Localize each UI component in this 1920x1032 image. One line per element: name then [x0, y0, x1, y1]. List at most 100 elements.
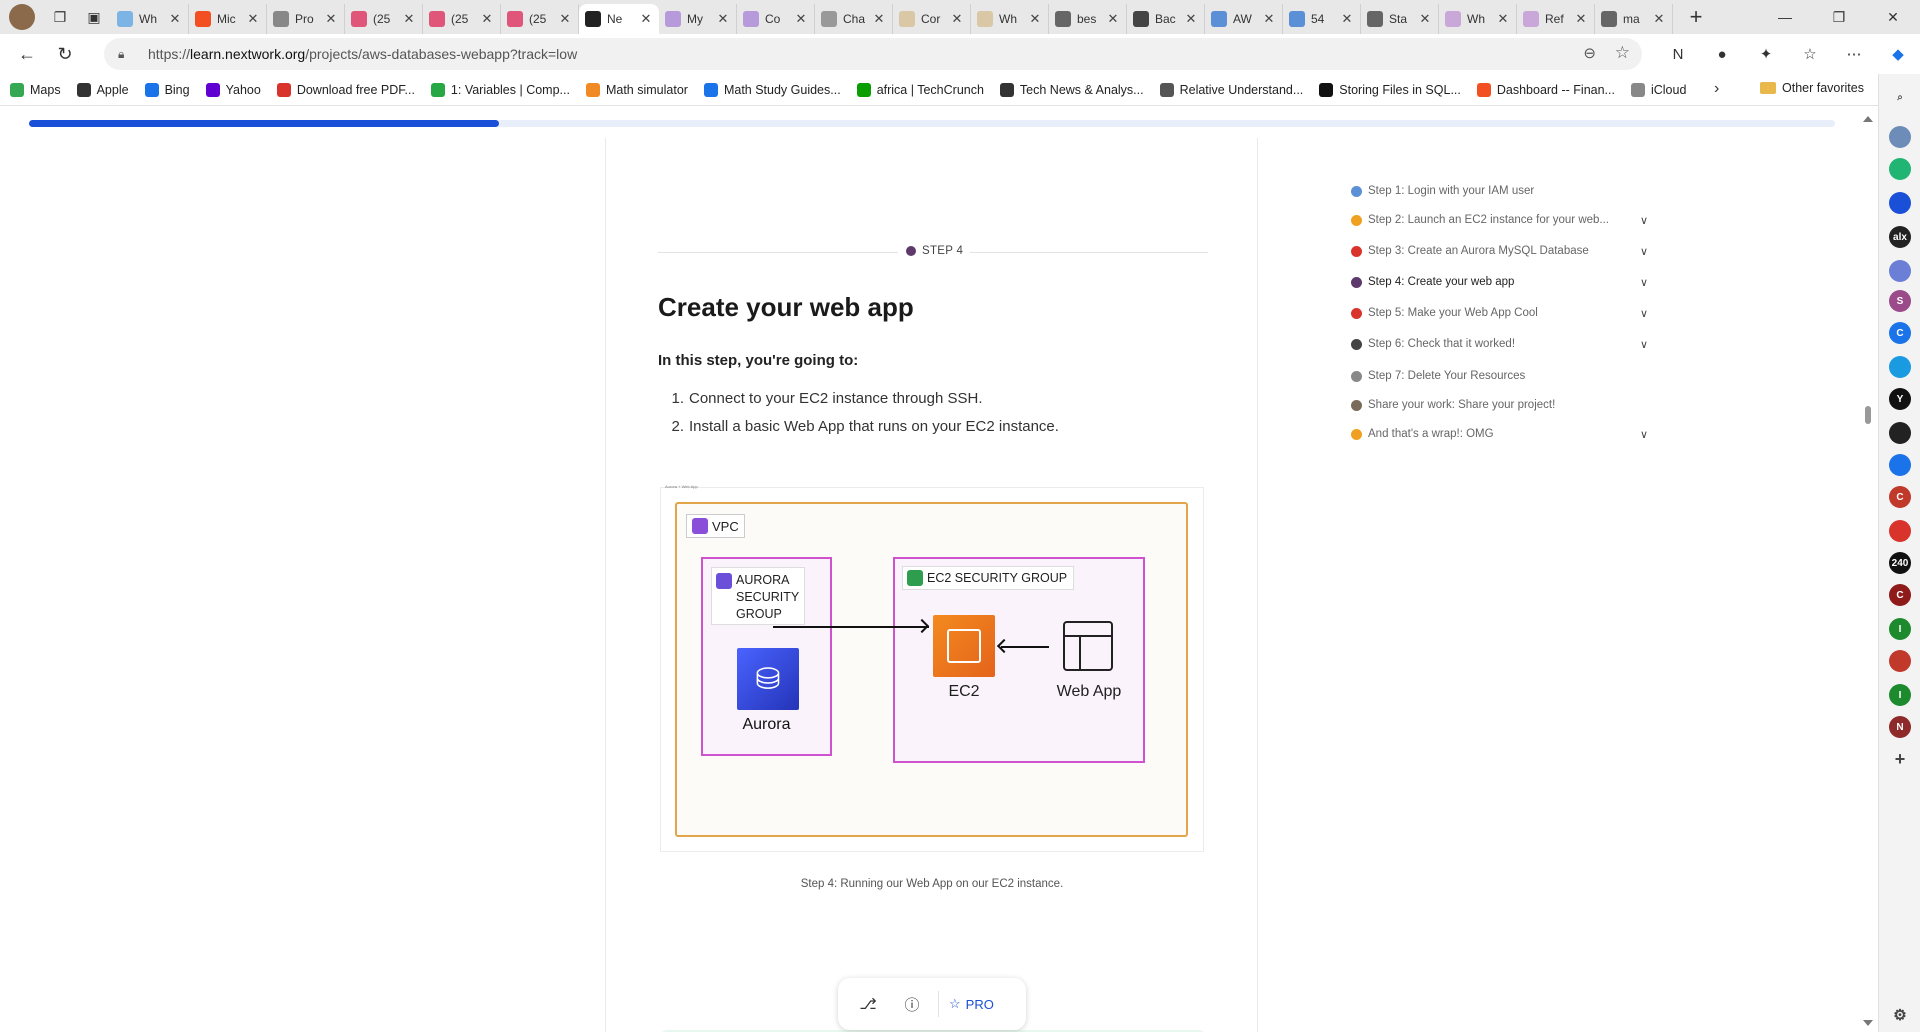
- sidebar-app-icon[interactable]: [1889, 422, 1911, 444]
- notion-icon[interactable]: N: [1656, 38, 1700, 70]
- settings-gear-icon[interactable]: ⚙: [1889, 1004, 1911, 1026]
- tab-close-icon[interactable]: ✕: [950, 11, 964, 27]
- bookmark-item[interactable]: Yahoo: [205, 82, 261, 97]
- sidebar-app-icon[interactable]: C: [1889, 584, 1911, 606]
- tab-14[interactable]: AW ✕: [1205, 4, 1283, 34]
- bookmarks-overflow-icon[interactable]: ›: [1714, 80, 1719, 98]
- tab-close-icon[interactable]: ✕: [639, 11, 653, 27]
- sidebar-app-icon[interactable]: C: [1889, 322, 1911, 344]
- sidebar-app-icon[interactable]: [1889, 260, 1911, 282]
- sidebar-app-icon[interactable]: I: [1889, 684, 1911, 706]
- tab-0[interactable]: Wh ✕: [111, 4, 189, 34]
- bookmark-item[interactable]: Dashboard -- Finan...: [1476, 82, 1615, 97]
- tab-close-icon[interactable]: ✕: [1262, 11, 1276, 27]
- chevron-down-icon[interactable]: ∨: [1637, 245, 1651, 258]
- step-nav-item[interactable]: Step 7: Delete Your Resources: [1351, 366, 1651, 386]
- tab-17[interactable]: Wh ✕: [1439, 4, 1517, 34]
- branch-icon[interactable]: ⎇: [846, 984, 890, 1024]
- sidebar-app-icon[interactable]: [1889, 520, 1911, 542]
- add-sidebar-icon[interactable]: +: [1889, 748, 1911, 770]
- tab-close-icon[interactable]: ✕: [168, 11, 182, 27]
- bookmark-item[interactable]: iCloud: [1630, 82, 1686, 97]
- tab-close-icon[interactable]: ✕: [794, 11, 808, 27]
- tab-10[interactable]: Cor ✕: [893, 4, 971, 34]
- tab-12[interactable]: bes ✕: [1049, 4, 1127, 34]
- page-scrollbar[interactable]: [1858, 106, 1878, 1032]
- new-tab-button[interactable]: +: [1681, 4, 1711, 30]
- tab-1[interactable]: Mic ✕: [189, 4, 267, 34]
- tab-19[interactable]: ma ✕: [1595, 4, 1673, 34]
- other-favorites-folder[interactable]: Other favorites: [1760, 81, 1864, 95]
- tab-actions-icon[interactable]: ▣: [77, 3, 111, 31]
- bookmark-item[interactable]: Apple: [76, 82, 129, 97]
- scroll-thumb[interactable]: [1865, 406, 1871, 424]
- bookmark-item[interactable]: africa | TechCrunch: [856, 82, 984, 97]
- tab-5[interactable]: (25 ✕: [501, 4, 579, 34]
- pro-button[interactable]: ☆ PRO: [943, 984, 1000, 1024]
- step-nav-item[interactable]: Share your work: Share your project!: [1351, 395, 1651, 415]
- tab-close-icon[interactable]: ✕: [1106, 11, 1120, 27]
- tab-close-icon[interactable]: ✕: [1652, 11, 1666, 27]
- tab-6[interactable]: Ne ✕: [579, 4, 659, 34]
- bookmark-item[interactable]: Relative Understand...: [1159, 82, 1303, 97]
- tab-close-icon[interactable]: ✕: [1496, 11, 1510, 27]
- workspaces-icon[interactable]: ❐: [43, 3, 77, 31]
- tab-13[interactable]: Bac ✕: [1127, 4, 1205, 34]
- tab-close-icon[interactable]: ✕: [402, 11, 416, 27]
- tab-close-icon[interactable]: ✕: [1028, 11, 1042, 27]
- restore-icon[interactable]: ❐: [1812, 0, 1866, 34]
- bookmark-item[interactable]: Maps: [10, 82, 61, 97]
- extensions-icon[interactable]: ✦: [1744, 38, 1788, 70]
- chevron-down-icon[interactable]: ∨: [1637, 307, 1651, 320]
- sidebar-app-icon[interactable]: [1889, 126, 1911, 148]
- tab-9[interactable]: Cha ✕: [815, 4, 893, 34]
- sidebar-app-icon[interactable]: [1889, 158, 1911, 180]
- copilot-icon[interactable]: ◆: [1876, 38, 1920, 70]
- address-bar[interactable]: 🔒︎ https://learn.nextwork.org/projects/a…: [104, 38, 1642, 70]
- bookmark-item[interactable]: Tech News & Analys...: [999, 82, 1144, 97]
- tab-close-icon[interactable]: ✕: [1340, 11, 1354, 27]
- tab-18[interactable]: Ref ✕: [1517, 4, 1595, 34]
- step-nav-item[interactable]: Step 4: Create your web app ∨: [1351, 272, 1651, 292]
- extension-dark-icon[interactable]: ●: [1700, 38, 1744, 70]
- sidebar-app-icon[interactable]: [1889, 650, 1911, 672]
- sidebar-app-icon[interactable]: Y: [1889, 388, 1911, 410]
- refresh-icon[interactable]: ↻: [46, 38, 84, 70]
- bookmark-item[interactable]: Math simulator: [585, 82, 688, 97]
- sidebar-app-icon[interactable]: I: [1889, 618, 1911, 640]
- tab-close-icon[interactable]: ✕: [1418, 11, 1432, 27]
- bookmark-item[interactable]: 1: Variables | Comp...: [430, 82, 570, 97]
- tab-close-icon[interactable]: ✕: [716, 11, 730, 27]
- close-window-icon[interactable]: ✕: [1866, 0, 1920, 34]
- tab-3[interactable]: (25 ✕: [345, 4, 423, 34]
- tab-close-icon[interactable]: ✕: [1184, 11, 1198, 27]
- tab-2[interactable]: Pro ✕: [267, 4, 345, 34]
- step-nav-item[interactable]: Step 3: Create an Aurora MySQL Database ∨: [1351, 241, 1651, 261]
- step-nav-item[interactable]: Step 6: Check that it worked! ∨: [1351, 334, 1651, 354]
- favorites-icon[interactable]: ☆: [1788, 38, 1832, 70]
- bookmark-item[interactable]: Download free PDF...: [276, 82, 415, 97]
- chevron-down-icon[interactable]: ∨: [1637, 338, 1651, 351]
- tab-8[interactable]: Co ✕: [737, 4, 815, 34]
- tab-11[interactable]: Wh ✕: [971, 4, 1049, 34]
- sidebar-app-icon[interactable]: [1889, 454, 1911, 476]
- step-nav-item[interactable]: Step 1: Login with your IAM user: [1351, 181, 1651, 201]
- tab-close-icon[interactable]: ✕: [1574, 11, 1588, 27]
- help-chat-icon[interactable]: ⓘ: [890, 984, 934, 1024]
- bookmark-item[interactable]: Math Study Guides...: [703, 82, 841, 97]
- tab-15[interactable]: 54 ✕: [1283, 4, 1361, 34]
- lock-icon[interactable]: 🔒︎: [118, 47, 132, 61]
- sidebar-app-icon[interactable]: alx: [1889, 226, 1911, 248]
- chevron-down-icon[interactable]: ∨: [1637, 214, 1651, 227]
- sidebar-app-icon[interactable]: 240: [1889, 552, 1911, 574]
- more-menu-icon[interactable]: ⋯: [1832, 38, 1876, 70]
- bookmark-item[interactable]: Storing Files in SQL...: [1319, 82, 1461, 97]
- back-icon[interactable]: ←: [8, 38, 46, 70]
- tab-close-icon[interactable]: ✕: [324, 11, 338, 27]
- bookmark-item[interactable]: Bing: [144, 82, 190, 97]
- step-nav-item[interactable]: And that's a wrap!: OMG ∨: [1351, 424, 1651, 444]
- favorite-star-icon[interactable]: ☆: [1615, 43, 1630, 63]
- tab-close-icon[interactable]: ✕: [558, 11, 572, 27]
- search-icon[interactable]: ⌕: [1889, 86, 1911, 108]
- architecture-diagram[interactable]: Aurora + Web App VPC AURORA SECURITY GRO…: [660, 484, 1204, 852]
